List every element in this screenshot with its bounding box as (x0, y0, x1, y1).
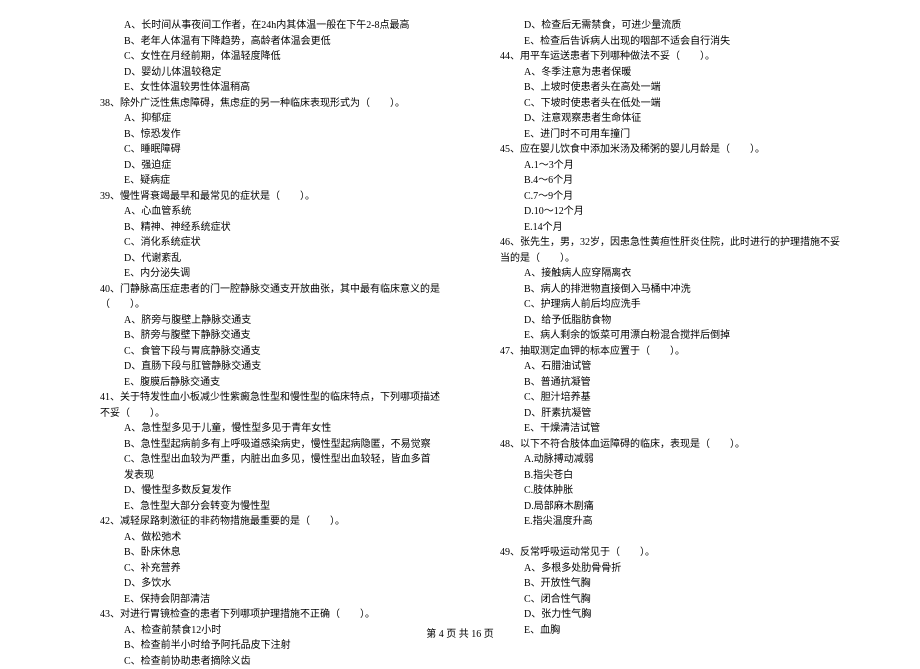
option-line: C.7～9个月 (500, 189, 840, 205)
option-line: C、胆汁培养基 (500, 390, 840, 406)
option-line: C、消化系统症状 (100, 235, 440, 251)
option-line: B、老年人体温有下降趋势，高龄者体温会更低 (100, 34, 440, 50)
option-line: B、普通抗凝管 (500, 375, 840, 391)
question-line: 42、减轻尿路刺激征的非药物措施最重要的是（ ）。 (100, 514, 440, 530)
option-line: A、急性型多见于儿童，慢性型多见于青年女性 (100, 421, 440, 437)
question-line: 41、关于特发性血小板减少性紫癜急性型和慢性型的临床特点，下列哪项描述不妥（ ）… (100, 390, 440, 421)
question-line: 47、抽取测定血钾的标本应置于（ ）。 (500, 344, 840, 360)
option-line: D、婴幼儿体温较稳定 (100, 65, 440, 81)
question-line: 45、应在婴儿饮食中添加米汤及稀粥的婴儿月龄是（ ）。 (500, 142, 840, 158)
question-line: 48、以下不符合肢体血运障碍的临床，表现是（ ）。 (500, 437, 840, 453)
question-line: 38、除外广泛性焦虑障碍，焦虑症的另一种临床表现形式为（ ）。 (100, 96, 440, 112)
option-line: E、干燥清洁试管 (500, 421, 840, 437)
option-line: E、腹膜后静脉交通支 (100, 375, 440, 391)
option-line: B.指尖苍白 (500, 468, 840, 484)
option-line: D、检查后无需禁食，可进少量流质 (500, 18, 840, 34)
option-line: B、卧床休息 (100, 545, 440, 561)
option-line: C、检查前协助患者摘除义齿 (100, 654, 440, 669)
question-line: 49、反常呼吸运动常见于（ ）。 (500, 545, 840, 561)
option-line: B、惊恐发作 (100, 127, 440, 143)
option-line: D、注意观察患者生命体征 (500, 111, 840, 127)
option-line: E、女性体温较男性体温稍高 (100, 80, 440, 96)
option-line: C.肢体肿胀 (500, 483, 840, 499)
option-line: D.局部麻木剧痛 (500, 499, 840, 515)
option-line: A.动脉搏动减弱 (500, 452, 840, 468)
question-line: 39、慢性肾衰竭最早和最常见的症状是（ ）。 (100, 189, 440, 205)
option-line: D、张力性气胸 (500, 607, 840, 623)
option-line: E、急性型大部分会转变为慢性型 (100, 499, 440, 515)
option-line: D、多饮水 (100, 576, 440, 592)
option-line: B、急性型起病前多有上呼吸道感染病史，慢性型起病隐匿，不易觉察 (100, 437, 440, 453)
option-line: E、保持会阴部清洁 (100, 592, 440, 608)
option-line: E、内分泌失调 (100, 266, 440, 282)
option-line: C、女性在月经前期，体温轻度降低 (100, 49, 440, 65)
question-line: 40、门静脉高压症患者的门一腔静脉交通支开放曲张，其中最有临床意义的是（ ）。 (100, 282, 440, 313)
option-line: B.4～6个月 (500, 173, 840, 189)
option-line: D、慢性型多数反复发作 (100, 483, 440, 499)
option-line: C、食管下段与胃底静脉交通支 (100, 344, 440, 360)
option-line: D、肝素抗凝管 (500, 406, 840, 422)
question-line: 46、张先生，男，32岁，因患急性黄疸性肝炎住院，此时进行的护理措施不妥当的是（… (500, 235, 840, 266)
option-line: B、检查前半小时给予阿托品皮下注射 (100, 638, 440, 654)
option-line: B、病人的排泄物直接倒入马桶中冲洗 (500, 282, 840, 298)
option-line: C、护理病人前后均应洗手 (500, 297, 840, 313)
option-line: A、长时间从事夜间工作者，在24h内其体温一般在下午2-8点最高 (100, 18, 440, 34)
option-line: E.指尖温度升高 (500, 514, 840, 530)
option-line: E、进门时不可用车撞门 (500, 127, 840, 143)
option-line: A、多根多处肋骨骨折 (500, 561, 840, 577)
option-line: A、心血管系统 (100, 204, 440, 220)
page-footer: 第 4 页 共 16 页 (0, 625, 920, 640)
option-line: E、病人剩余的饭菜可用漂白粉混合搅拌后倒掉 (500, 328, 840, 344)
option-line: C、下坡时使患者头在低处一端 (500, 96, 840, 112)
option-line: A、接触病人应穿隔离衣 (500, 266, 840, 282)
option-line: E、疑病症 (100, 173, 440, 189)
option-line: B、脐旁与腹壁下静脉交通支 (100, 328, 440, 344)
option-line: A、石腊油试管 (500, 359, 840, 375)
option-line: A、做松弛术 (100, 530, 440, 546)
option-line: E.14个月 (500, 220, 840, 236)
option-line: A、冬季注意为患者保暖 (500, 65, 840, 81)
option-line: D、直肠下段与肛管静脉交通支 (100, 359, 440, 375)
option-line: D、给予低脂肪食物 (500, 313, 840, 329)
question-line: 43、对进行胃镜检查的患者下列哪项护理措施不正确（ ）。 (100, 607, 440, 623)
option-line: E、检查后告诉病人出现的咽部不适会自行消失 (500, 34, 840, 50)
option-line: B、上坡时使患者头在高处一端 (500, 80, 840, 96)
option-line: D.10～12个月 (500, 204, 840, 220)
option-line: C、急性型出血较为严重，内脏出血多见，慢性型出血较轻，皆血多首发表现 (100, 452, 440, 483)
option-line: A、抑郁症 (100, 111, 440, 127)
option-line: B、开放性气胸 (500, 576, 840, 592)
option-line: D、强迫症 (100, 158, 440, 174)
option-line: A.1～3个月 (500, 158, 840, 174)
option-line: D、代谢紊乱 (100, 251, 440, 267)
option-line: C、补充营养 (100, 561, 440, 577)
option-line: C、闭合性气胸 (500, 592, 840, 608)
option-line: A、脐旁与腹壁上静脉交通支 (100, 313, 440, 329)
option-line: C、睡眠障碍 (100, 142, 440, 158)
question-line: 44、用平车运送患者下列哪种做法不妥（ ）。 (500, 49, 840, 65)
option-line: B、精神、神经系统症状 (100, 220, 440, 236)
